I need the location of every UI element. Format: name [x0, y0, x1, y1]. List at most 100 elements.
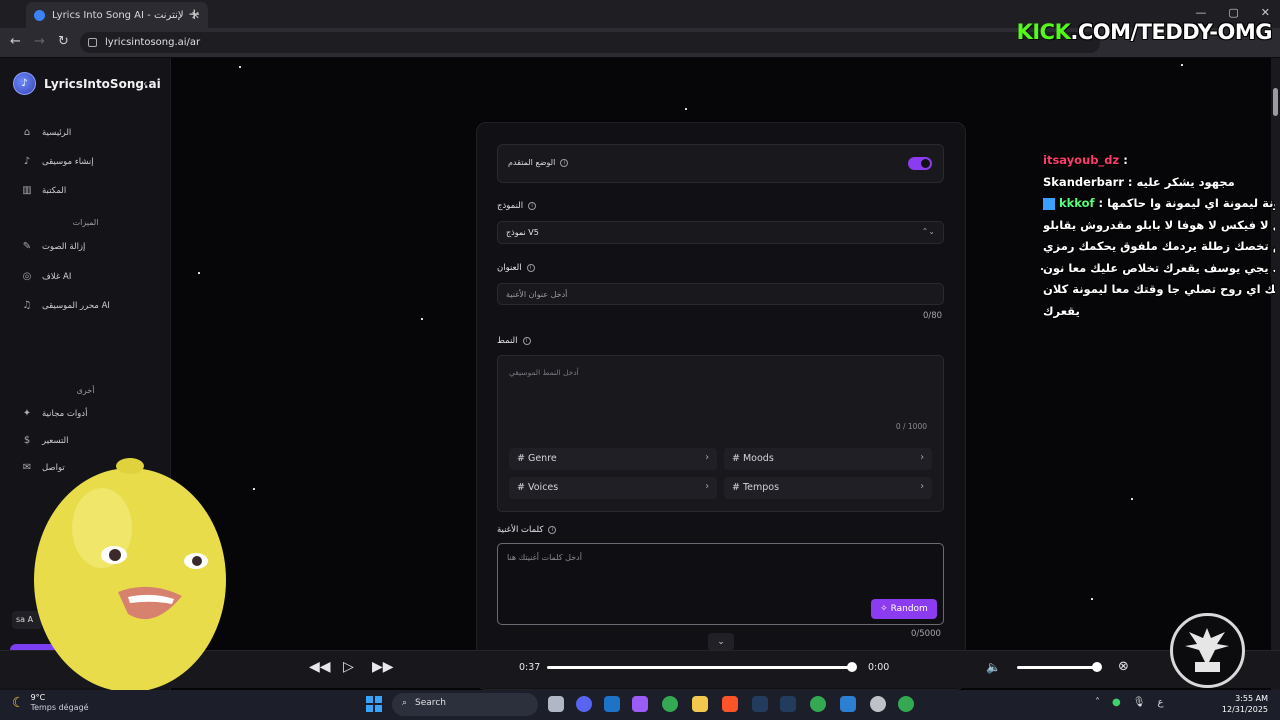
scrollbar-thumb[interactable] — [1273, 88, 1278, 116]
outlook-icon[interactable] — [604, 696, 620, 712]
copilot-icon[interactable] — [632, 696, 648, 712]
file-explorer-icon[interactable] — [692, 696, 708, 712]
info-icon[interactable]: i — [526, 264, 535, 272]
star — [239, 66, 241, 68]
volume-icon[interactable]: 🔈 — [986, 660, 1001, 674]
rewind-icon[interactable]: ◀◀ — [309, 659, 331, 675]
sidebar-item-ai-cover[interactable]: ◎ غلاف AI — [22, 271, 72, 282]
title-input[interactable]: أدخل عنوان الأغنية — [497, 283, 944, 305]
info-icon[interactable]: i — [528, 202, 537, 210]
chrome-icon[interactable] — [898, 696, 914, 712]
info-icon[interactable]: i — [560, 158, 569, 167]
chevron-right-icon: › — [920, 452, 924, 463]
play-icon[interactable]: ▷ — [343, 659, 354, 675]
style-input[interactable]: أدخل النمط الموسيقي — [509, 368, 579, 377]
sidebar-item-label: غلاف AI — [42, 271, 72, 282]
fast-forward-icon[interactable]: ▶▶ — [372, 659, 394, 675]
sidebar-item-home[interactable]: ⌂ الرئيسية — [22, 127, 71, 138]
taskbar-clock[interactable]: 3:55 AM 12/31/2025 — [1222, 693, 1268, 715]
chrome-icon[interactable] — [810, 696, 826, 712]
minimize-icon[interactable]: — — [1195, 6, 1206, 19]
other-heading: أخرى — [76, 386, 95, 395]
browser-tab[interactable]: Lyrics Into Song AI - مولد الأغاني عبر ا… — [26, 2, 208, 28]
star — [1181, 64, 1183, 66]
discord-icon[interactable] — [576, 696, 592, 712]
settings-icon[interactable] — [870, 696, 886, 712]
chat-message: itsayoub_dz : — [1043, 153, 1128, 167]
lyrics-input[interactable]: أدخل كلمات أغنيتك هنا ✧ Random — [497, 543, 944, 625]
cover-icon: ◎ — [22, 271, 32, 282]
sidebar-item-music-editor[interactable]: ♫ محرر الموسيقى AI — [22, 300, 110, 311]
search-label: Search — [415, 698, 446, 708]
forward-icon[interactable]: → — [34, 34, 45, 49]
maximize-icon[interactable]: ▢ — [1228, 6, 1238, 19]
chat-message: يدفنك اي روح تصلي جا وقتك معا ليمونة كلا… — [1043, 282, 1275, 296]
info-icon[interactable]: i — [522, 337, 531, 345]
brand-logo[interactable]: ♪ LyricsIntoSong.ai — [13, 72, 161, 95]
sidebar-item-label: أدوات مجانية — [42, 408, 88, 419]
chat-username: kkkof — [1059, 196, 1095, 210]
library-icon: ▥ — [22, 185, 32, 196]
star — [1091, 598, 1093, 600]
title-label: العنوان — [497, 263, 522, 273]
chevron-right-icon: › — [920, 481, 924, 492]
chat-message: يقعرك — [1043, 303, 1080, 318]
genre-chip[interactable]: # Genre › — [509, 448, 717, 470]
voices-chip[interactable]: # Voices › — [509, 477, 717, 499]
task-view-icon[interactable] — [548, 696, 564, 712]
sidebar-item-pricing[interactable]: $ التسعير — [22, 435, 69, 446]
steam-icon[interactable] — [780, 696, 796, 712]
site-info-icon[interactable] — [88, 38, 97, 47]
vscode-icon[interactable] — [840, 696, 856, 712]
chat-username: Skanderbarr — [1043, 174, 1124, 189]
new-tab-button[interactable]: + — [188, 5, 201, 23]
chat-message: kkkof : ليمونة ليمونة اي ليمونة وا حاكمه… — [1043, 193, 1275, 215]
model-label-row: النموذج i — [497, 201, 537, 211]
address-bar[interactable]: lyricsintosong.ai/ar — [80, 32, 1100, 53]
sidebar-item-create-music[interactable]: ♪ إنشاء موسيقى — [22, 156, 94, 167]
microphone-icon[interactable]: 🎙 — [1133, 697, 1146, 708]
advanced-mode-row: الوضع المتقدم i — [497, 144, 944, 183]
sidebar-item-library[interactable]: ▥ المكتبة — [22, 185, 66, 196]
volume-bar[interactable] — [1017, 666, 1097, 669]
sidebar-item-vocal-remover[interactable]: ✎ إزالة الصوت — [22, 241, 86, 252]
chevron-up-icon[interactable]: ˄ — [1095, 697, 1100, 708]
windows-start-icon[interactable] — [366, 696, 382, 712]
info-icon[interactable]: i — [548, 526, 557, 534]
back-icon[interactable]: ← — [10, 34, 21, 49]
model-select[interactable]: نموذج V5 ⌃⌄ — [497, 221, 944, 244]
seek-handle[interactable] — [847, 662, 857, 672]
random-button[interactable]: ✧ Random — [871, 599, 937, 619]
language-indicator[interactable]: ع — [1157, 697, 1163, 708]
close-player-icon[interactable]: ⊗ — [1118, 659, 1129, 674]
status-dot-icon[interactable]: ● — [1112, 697, 1121, 708]
kick-brand-text: KICK — [1016, 20, 1071, 44]
chip-label: # Voices — [517, 482, 559, 493]
sidebar-item-label: إنشاء موسيقى — [42, 156, 94, 167]
volume-handle[interactable] — [1092, 662, 1102, 672]
chrome-icon[interactable] — [662, 696, 678, 712]
star — [421, 318, 423, 320]
features-heading: الميزات — [72, 218, 99, 227]
weather-widget[interactable]: ☾ 9°C Temps dégagé — [12, 693, 89, 713]
chat-message: كوف حاكم تخصك زطلة يردمك ملفوق يحكمك رمز… — [1043, 239, 1275, 253]
steam-icon[interactable] — [752, 696, 768, 712]
chevron-right-icon: › — [705, 452, 709, 463]
chevron-down-icon[interactable]: ⌄ — [708, 633, 734, 651]
advanced-mode-toggle[interactable] — [908, 157, 932, 170]
editor-icon: ♫ — [22, 300, 32, 311]
reload-icon[interactable]: ↻ — [58, 34, 69, 49]
sidebar-item-free-tools[interactable]: ✦ أدوات مجانية — [22, 408, 88, 419]
lyrics-placeholder: أدخل كلمات أغنيتك هنا — [507, 553, 582, 562]
moods-chip[interactable]: # Moods › — [724, 448, 932, 470]
badge-icon — [1043, 197, 1055, 210]
brave-icon[interactable] — [722, 696, 738, 712]
weather-description: Temps dégagé — [30, 703, 89, 712]
close-window-icon[interactable]: ✕ — [1261, 6, 1270, 19]
taskbar-search[interactable]: ⌕ Search — [392, 693, 538, 716]
seek-bar[interactable] — [547, 666, 852, 669]
sidebar-item-label: الرئيسية — [42, 127, 72, 138]
tempos-chip[interactable]: # Tempos › — [724, 477, 932, 499]
collapse-sidebar-icon[interactable]: ‹ — [143, 77, 147, 90]
sidebar-item-label: محرر الموسيقى AI — [42, 300, 110, 311]
